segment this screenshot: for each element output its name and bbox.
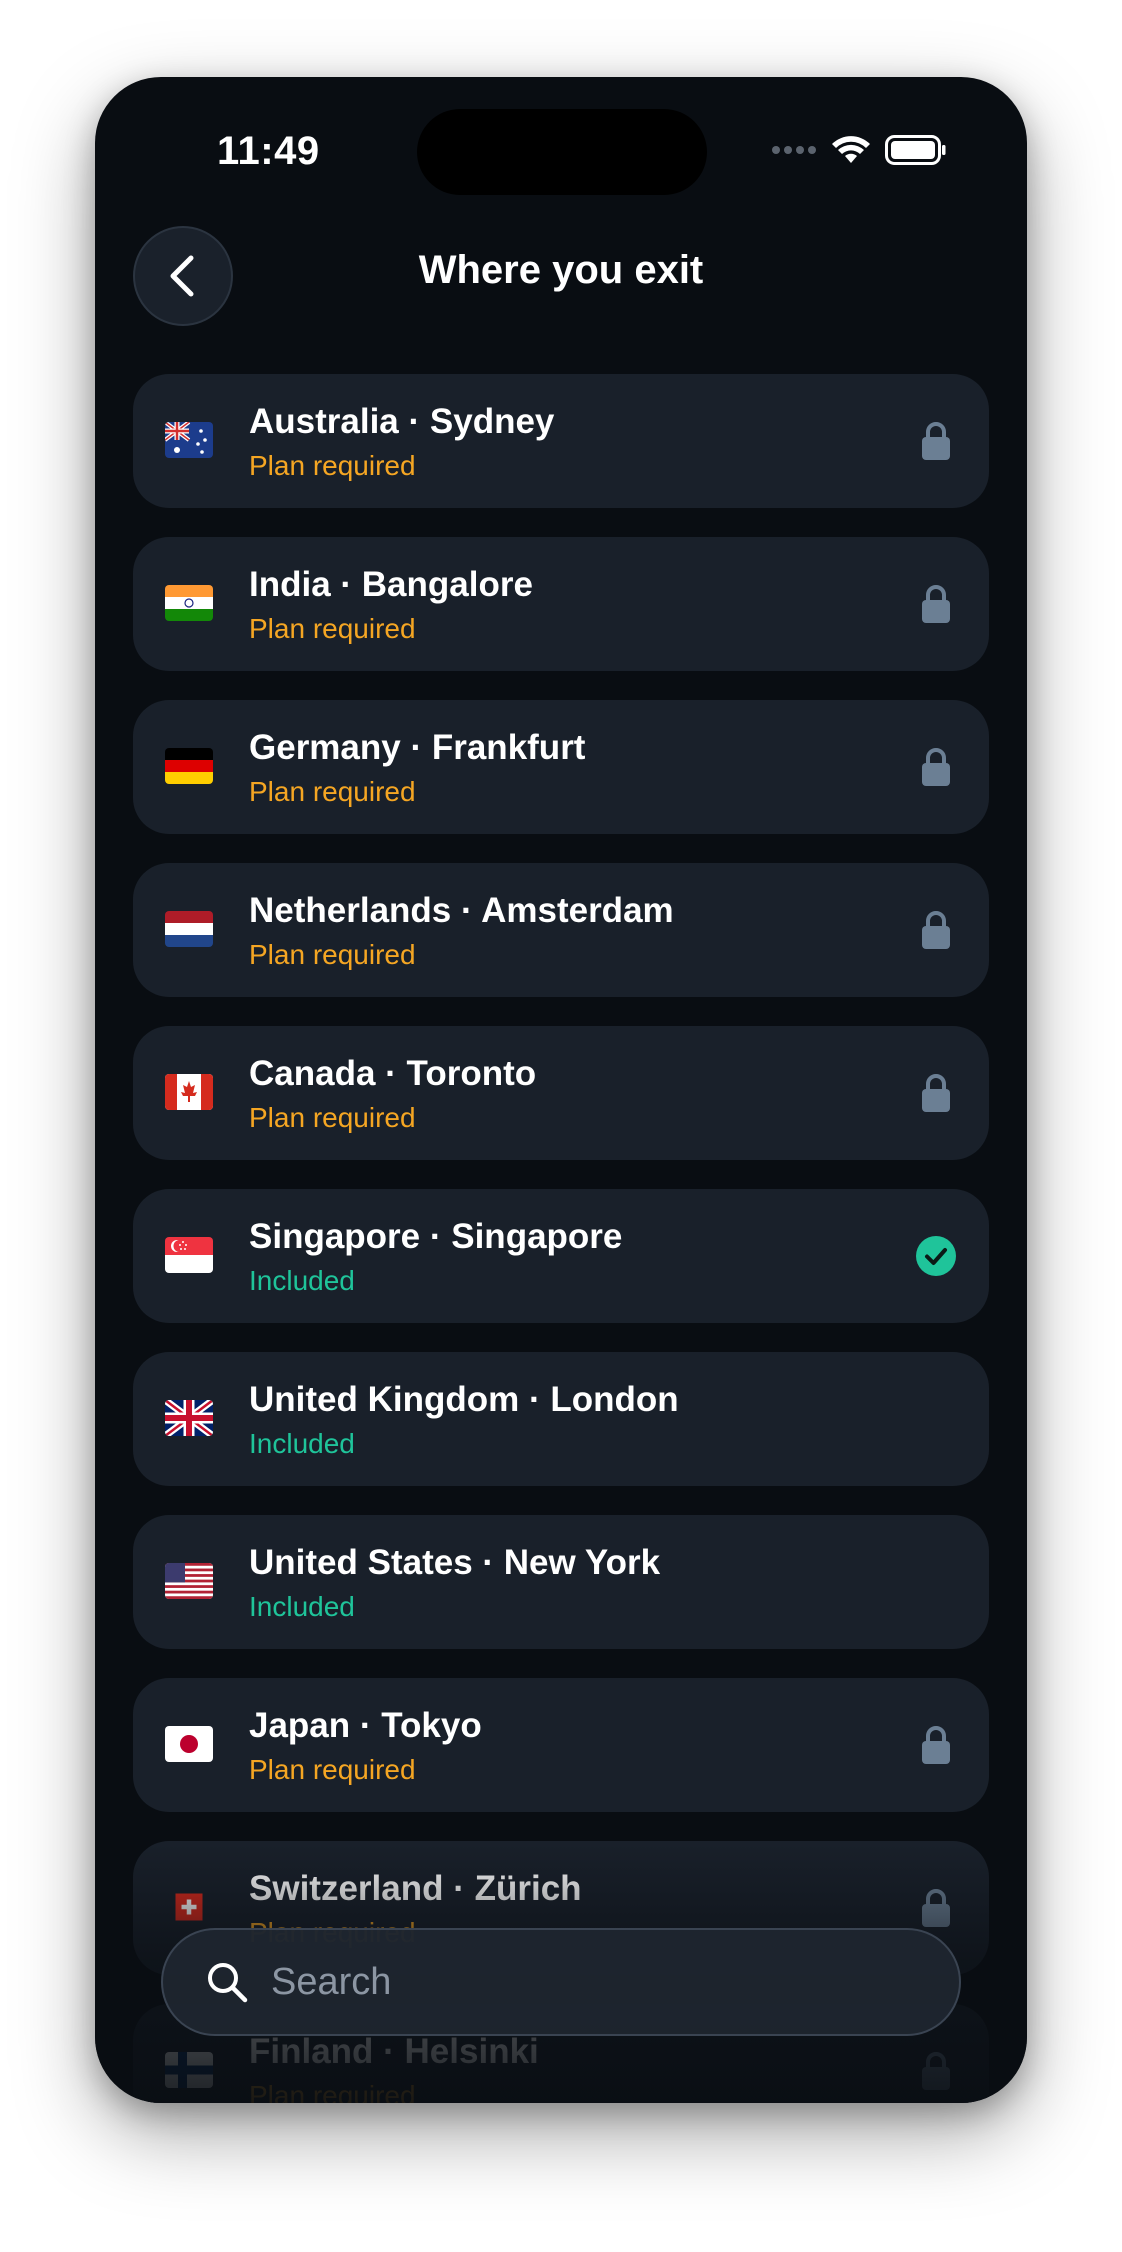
location-row-canada[interactable]: Canada · Toronto Plan required [133, 1026, 989, 1160]
location-status: Included [249, 1428, 355, 1459]
search-icon [208, 1963, 248, 2003]
location-status: Plan required [249, 1102, 416, 1133]
status-bar: 11:49 [95, 77, 1027, 217]
flag-united-states-icon [165, 1563, 213, 1599]
location-name: Finland · Helsinki [249, 2032, 539, 2071]
location-row-germany[interactable]: Germany · Frankfurt Plan required [133, 700, 989, 834]
flag-switzerland-icon [175, 1893, 203, 1921]
location-status: Included [249, 1591, 355, 1622]
location-row-india[interactable]: India · Bangalore Plan required [133, 537, 989, 671]
battery-icon [885, 135, 946, 165]
location-row-australia[interactable]: Australia · Sydney Plan required [133, 374, 989, 508]
wifi-icon [832, 136, 870, 163]
location-row-united-states[interactable]: United States · New York Included [133, 1515, 989, 1649]
location-status: Plan required [249, 776, 416, 807]
lock-icon [913, 2048, 959, 2094]
location-row-united-kingdom[interactable]: United Kingdom · London Included [133, 1352, 989, 1486]
signal-dots-icon [772, 146, 816, 154]
dynamic-island [417, 109, 707, 195]
lock-icon [913, 1885, 959, 1931]
lock-icon [913, 1722, 959, 1768]
location-name: Germany · Frankfurt [249, 728, 586, 767]
search-input[interactable] [269, 1959, 873, 2005]
location-status: Plan required [249, 2080, 416, 2103]
location-name: Japan · Tokyo [249, 1706, 482, 1745]
lock-icon [913, 581, 959, 627]
flag-australia-icon [165, 422, 213, 458]
location-name: United States · New York [249, 1543, 661, 1582]
header: Where you exit [95, 222, 1027, 332]
phone-screen: 11:49 Where you exit Australia · Sydney … [95, 77, 1027, 2103]
location-name: Singapore · Singapore [249, 1217, 623, 1256]
lock-icon [913, 744, 959, 790]
flag-canada-icon [165, 1074, 213, 1110]
flag-finland-icon [165, 2052, 213, 2088]
flag-netherlands-icon [165, 911, 213, 947]
location-status: Plan required [249, 613, 416, 644]
flag-japan-icon [165, 1726, 213, 1762]
location-name: United Kingdom · London [249, 1380, 679, 1419]
location-name: Canada · Toronto [249, 1054, 537, 1093]
lock-icon [913, 907, 959, 953]
location-status: Plan required [249, 1754, 416, 1785]
location-status: Included [249, 1265, 355, 1296]
location-row-netherlands[interactable]: Netherlands · Amsterdam Plan required [133, 863, 989, 997]
lock-icon [913, 1070, 959, 1116]
status-icons [771, 135, 947, 165]
status-time: 11:49 [217, 129, 320, 173]
flag-germany-icon [165, 748, 213, 784]
check-icon [913, 1233, 959, 1279]
location-name: Netherlands · Amsterdam [249, 891, 674, 930]
location-name: India · Bangalore [249, 565, 533, 604]
flag-singapore-icon [165, 1237, 213, 1273]
search-bar[interactable] [161, 1928, 961, 2036]
location-status: Plan required [249, 450, 416, 481]
location-name: Australia · Sydney [249, 402, 555, 441]
location-status: Plan required [249, 939, 416, 970]
location-row-singapore[interactable]: Singapore · Singapore Included [133, 1189, 989, 1323]
page-title: Where you exit [418, 248, 704, 292]
location-row-japan[interactable]: Japan · Tokyo Plan required [133, 1678, 989, 1812]
flag-united-kingdom-icon [165, 1400, 213, 1436]
flag-india-icon [165, 585, 213, 621]
lock-icon [913, 418, 959, 464]
location-name: Switzerland · Zürich [249, 1869, 582, 1908]
